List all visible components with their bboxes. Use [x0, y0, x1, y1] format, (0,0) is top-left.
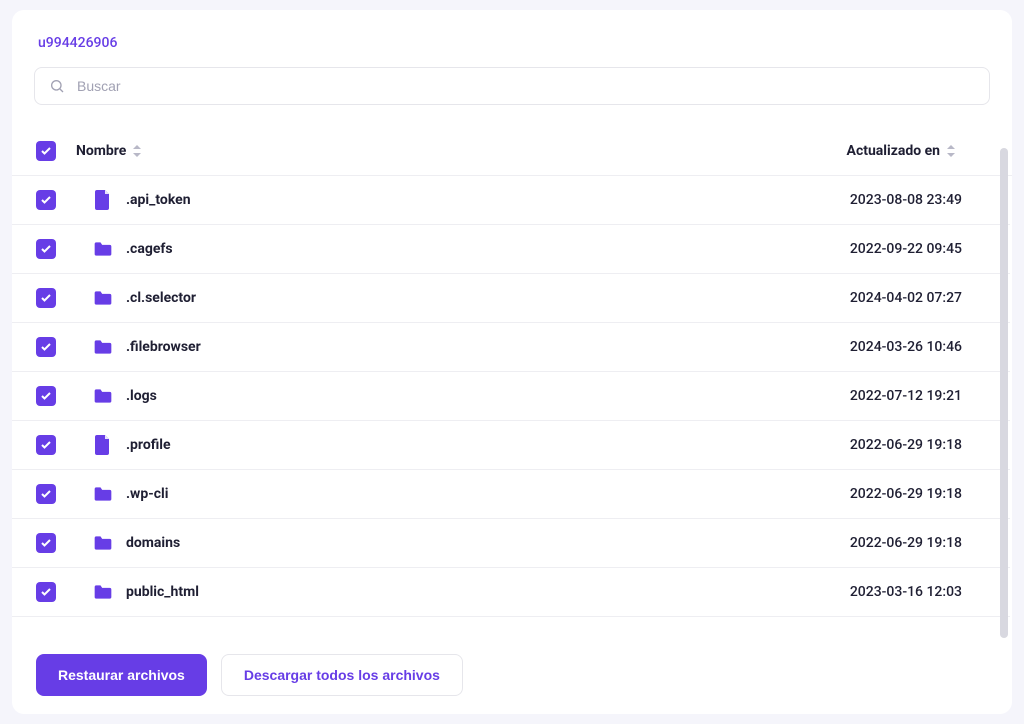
table-row[interactable]: .wp-cli 2022-06-29 19:18: [12, 470, 1010, 519]
updated-at: 2022-06-29 19:18: [786, 486, 986, 502]
updated-at: 2024-04-02 07:27: [786, 290, 986, 306]
table-header-row: Nombre Actualizado en: [12, 127, 1012, 176]
table-row[interactable]: domains 2022-06-29 19:18: [12, 519, 1010, 568]
row-checkbox[interactable]: [36, 484, 56, 504]
table-row[interactable]: .api_token 2023-08-08 23:49: [12, 176, 1010, 225]
table-row[interactable]: .logs 2022-07-12 19:21: [12, 372, 1010, 421]
row-checkbox[interactable]: [36, 582, 56, 602]
sort-icon: [132, 145, 142, 157]
folder-icon: [92, 338, 114, 356]
file-name: .cl.selector: [126, 290, 196, 306]
breadcrumb: u994426906: [12, 10, 1012, 67]
file-name: public_html: [126, 584, 199, 600]
row-checkbox[interactable]: [36, 386, 56, 406]
updated-at: 2022-06-29 19:18: [786, 437, 986, 453]
table-row[interactable]: public_html 2023-03-16 12:03: [12, 568, 1010, 617]
folder-icon: [92, 289, 114, 307]
folder-icon: [92, 485, 114, 503]
select-all-checkbox[interactable]: [36, 141, 56, 161]
search-box[interactable]: [34, 67, 990, 105]
updated-at: 2022-06-29 19:18: [786, 535, 986, 551]
file-name: domains: [126, 535, 180, 551]
table-row[interactable]: .profile 2022-06-29 19:18: [12, 421, 1010, 470]
restore-files-button[interactable]: Restaurar archivos: [36, 654, 207, 696]
row-checkbox[interactable]: [36, 239, 56, 259]
file-manager-panel: u994426906 Nombre: [12, 10, 1012, 714]
footer-actions: Restaurar archivos Descargar todos los a…: [12, 638, 1012, 714]
updated-at: 2023-03-16 12:03: [786, 584, 986, 600]
header-updated[interactable]: Actualizado en: [847, 143, 956, 159]
file-name: .filebrowser: [126, 339, 201, 355]
table-row[interactable]: .cagefs 2022-09-22 09:45: [12, 225, 1010, 274]
table-row[interactable]: .filebrowser 2024-03-26 10:46: [12, 323, 1010, 372]
folder-icon: [92, 387, 114, 405]
folder-icon: [92, 240, 114, 258]
updated-at: 2022-09-22 09:45: [786, 241, 986, 257]
search-wrap: [12, 67, 1012, 105]
updated-at: 2024-03-26 10:46: [786, 339, 986, 355]
row-checkbox[interactable]: [36, 190, 56, 210]
file-icon: [92, 435, 114, 455]
row-checkbox[interactable]: [36, 533, 56, 553]
search-input[interactable]: [77, 78, 975, 94]
row-checkbox[interactable]: [36, 435, 56, 455]
file-name: .logs: [126, 388, 157, 404]
file-table: Nombre Actualizado en .api_token 2023-08-…: [12, 127, 1012, 638]
sort-icon: [946, 145, 956, 157]
header-name-label: Nombre: [76, 143, 126, 159]
row-checkbox[interactable]: [36, 288, 56, 308]
table-row[interactable]: .cl.selector 2024-04-02 07:27: [12, 274, 1010, 323]
folder-icon: [92, 583, 114, 601]
row-checkbox[interactable]: [36, 337, 56, 357]
search-icon: [49, 78, 65, 94]
table-body: .api_token 2023-08-08 23:49 .cagefs 2022-09…: [12, 176, 1012, 638]
header-updated-label: Actualizado en: [847, 143, 940, 159]
file-name: .api_token: [126, 192, 191, 208]
updated-at: 2023-08-08 23:49: [786, 192, 986, 208]
file-name: .wp-cli: [126, 486, 168, 502]
file-name: .cagefs: [126, 241, 173, 257]
file-name: .profile: [126, 437, 171, 453]
download-all-button[interactable]: Descargar todos los archivos: [221, 654, 463, 696]
file-icon: [92, 190, 114, 210]
scrollbar[interactable]: [1000, 148, 1008, 638]
updated-at: 2022-07-12 19:21: [786, 388, 986, 404]
header-name[interactable]: Nombre: [76, 143, 142, 159]
folder-icon: [92, 534, 114, 552]
breadcrumb-link[interactable]: u994426906: [38, 35, 117, 51]
